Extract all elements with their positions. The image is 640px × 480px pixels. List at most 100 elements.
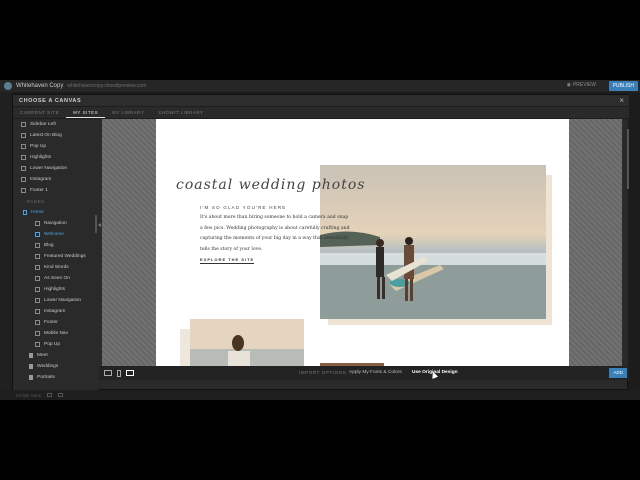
canvas-page: coastal wedding photos I'M SO GLAD YOU'R…	[156, 119, 569, 366]
sidebar-item[interactable]: Mobile Nav	[13, 328, 99, 339]
sidebar-item-label: As Seen On	[44, 276, 70, 281]
page-icon	[29, 364, 33, 369]
sidebar-item-label: Featured Weddings	[44, 254, 86, 259]
add-button[interactable]: ADD	[609, 368, 627, 378]
sidebar-item[interactable]: Instagram	[13, 306, 99, 317]
canvas-icon	[35, 342, 40, 347]
tab-my-sites[interactable]: MY SITES	[66, 107, 106, 118]
import-options-label: IMPORT OPTIONS:	[299, 370, 349, 375]
canvas-icon	[35, 276, 40, 281]
intro-paragraph: It's about more than hiring someone to h…	[200, 215, 350, 252]
sidebar-item[interactable]: Lower Navigation	[13, 295, 99, 306]
script-heading: coastal wedding photos	[176, 177, 366, 193]
desktop-icon[interactable]	[126, 370, 134, 376]
publish-button[interactable]: PUBLISH	[608, 81, 638, 91]
sidebar-item[interactable]: Navigation	[13, 218, 99, 229]
collapse-arrow-icon[interactable]	[98, 223, 101, 227]
sidebar-item[interactable]: Instagram	[13, 174, 99, 185]
sidebar-item-label: Mobile Nav	[44, 331, 68, 336]
sidebar-item-label: Lower Navigation	[30, 166, 68, 171]
canvas-icon	[21, 166, 26, 171]
sidebar-item-label: Kind Words	[44, 265, 69, 270]
mobile-icon[interactable]	[117, 369, 121, 377]
sidebar-item-label: Instagram	[30, 177, 52, 182]
desktop-view-icon[interactable]	[58, 393, 64, 397]
sidebar-item-label: Blog	[44, 243, 54, 248]
kicker-text: I'M SO GLAD YOU'RE HERE	[200, 205, 287, 210]
sidebar-item[interactable]: Highlights	[13, 284, 99, 295]
app-status-bar: Kinfolk Sans	[0, 390, 640, 400]
canvas-icon	[35, 254, 40, 259]
sidebar-item-label: Highlights	[44, 287, 66, 292]
sidebar-item-label: Weddings	[37, 364, 59, 369]
status-font-label: Kinfolk Sans	[16, 392, 42, 398]
canvas-icon	[35, 320, 40, 325]
sidebar-scrollbar[interactable]	[95, 215, 97, 233]
page-icon	[29, 375, 33, 380]
sidebar-item-label: Portraits	[37, 375, 55, 380]
canvas-icon	[35, 331, 40, 336]
app-left-toolbar	[0, 92, 12, 400]
stage: Whitehaven Copy whitehavencopy.showitpre…	[0, 0, 640, 480]
close-icon[interactable]: ×	[619, 96, 624, 105]
sidebar-item[interactable]: Home	[13, 207, 99, 218]
sidebar-item-label: Pop Up	[44, 342, 60, 347]
sidebar-item[interactable]: Meet	[13, 350, 99, 361]
canvas-icon	[35, 309, 40, 314]
sidebar-section-label: PAGES	[13, 196, 99, 207]
app-logo-icon	[4, 82, 12, 90]
apply-fonts-colors-option[interactable]: Apply My Fonts & Colors	[349, 370, 402, 375]
sidebar-item-label: Highlights	[30, 155, 52, 160]
sidebar-item[interactable]: Lower Navigation	[13, 163, 99, 174]
tab-my-library[interactable]: MY LIBRARY	[105, 107, 151, 118]
sidebar-item[interactable]: Sidebar Left	[13, 119, 99, 130]
sidebar-item-label: Footer 1	[30, 188, 48, 193]
sidebar-item[interactable]: Featured Weddings	[13, 251, 99, 262]
preview-label: PREVIEW	[572, 82, 596, 88]
tab-current-site[interactable]: CURRENT SITE	[13, 107, 66, 118]
sidebar-item-label: Instagram	[44, 309, 66, 314]
canvas-icon	[35, 265, 40, 270]
sidebar-item[interactable]: Latest On Blog	[13, 130, 99, 141]
canvas-icon	[35, 221, 40, 226]
sidebar-item[interactable]: Weddings	[13, 361, 99, 372]
sidebar-item-label: Footer	[44, 320, 58, 325]
canvas-icon	[35, 232, 40, 237]
sidebar-item[interactable]: Portraits	[13, 372, 99, 383]
canvas-icon	[21, 133, 26, 138]
canvas-scrollbar[interactable]	[627, 119, 629, 366]
site-url[interactable]: whitehavencopy.showitpreview.com	[67, 83, 146, 89]
canvas-icon	[21, 177, 26, 182]
site-title: Whitehaven Copy	[16, 83, 64, 89]
tablet-icon[interactable]	[104, 370, 112, 376]
modal-title: CHOOSE A CANVAS	[19, 97, 82, 104]
sidebar-item[interactable]: Highlights	[13, 152, 99, 163]
sidebar-item[interactable]: Footer 1	[13, 185, 99, 196]
sidebar-item-label: Lower Navigation	[44, 298, 82, 303]
preview-button[interactable]: ◉ PREVIEW	[567, 82, 596, 88]
canvas-tree-sidebar: Sidebar Left Latest On Blog Pop Up Highligh…	[13, 119, 99, 391]
sidebar-item-label: Meet	[37, 353, 48, 358]
sidebar-item[interactable]: Kind Words	[13, 262, 99, 273]
explore-link[interactable]: EXPLORE THE SITE	[200, 257, 255, 264]
tab-showit-library[interactable]: SHOWIT LIBRARY	[151, 107, 210, 118]
app-top-bar: Whitehaven Copy whitehavencopy.showitpre…	[0, 80, 640, 92]
sidebar-item[interactable]: Pop Up	[13, 141, 99, 152]
canvas-icon	[35, 298, 40, 303]
canvas-icon	[21, 155, 26, 160]
app-window: Whitehaven Copy whitehavencopy.showitpre…	[0, 80, 640, 400]
tablet-view-icon[interactable]	[47, 393, 53, 397]
sidebar-item-label: Welcome	[44, 232, 64, 237]
modal-header: CHOOSE A CANVAS ×	[13, 95, 629, 107]
canvas-icon	[21, 122, 26, 127]
sidebar-item[interactable]: Blog	[13, 240, 99, 251]
sidebar-item[interactable]: Footer	[13, 317, 99, 328]
sidebar-item[interactable]: As Seen On	[13, 273, 99, 284]
sidebar-item[interactable]: Welcome	[13, 229, 99, 240]
canvas-icon	[23, 210, 27, 215]
sidebar-item[interactable]: Pop Up	[13, 339, 99, 350]
scrollbar-thumb[interactable]	[627, 129, 629, 189]
sidebar-item-label: Home	[31, 210, 44, 215]
import-options-bar: IMPORT OPTIONS: Apply My Fonts & Colors …	[99, 366, 629, 380]
sidebar-item-label: Latest On Blog	[30, 133, 62, 138]
